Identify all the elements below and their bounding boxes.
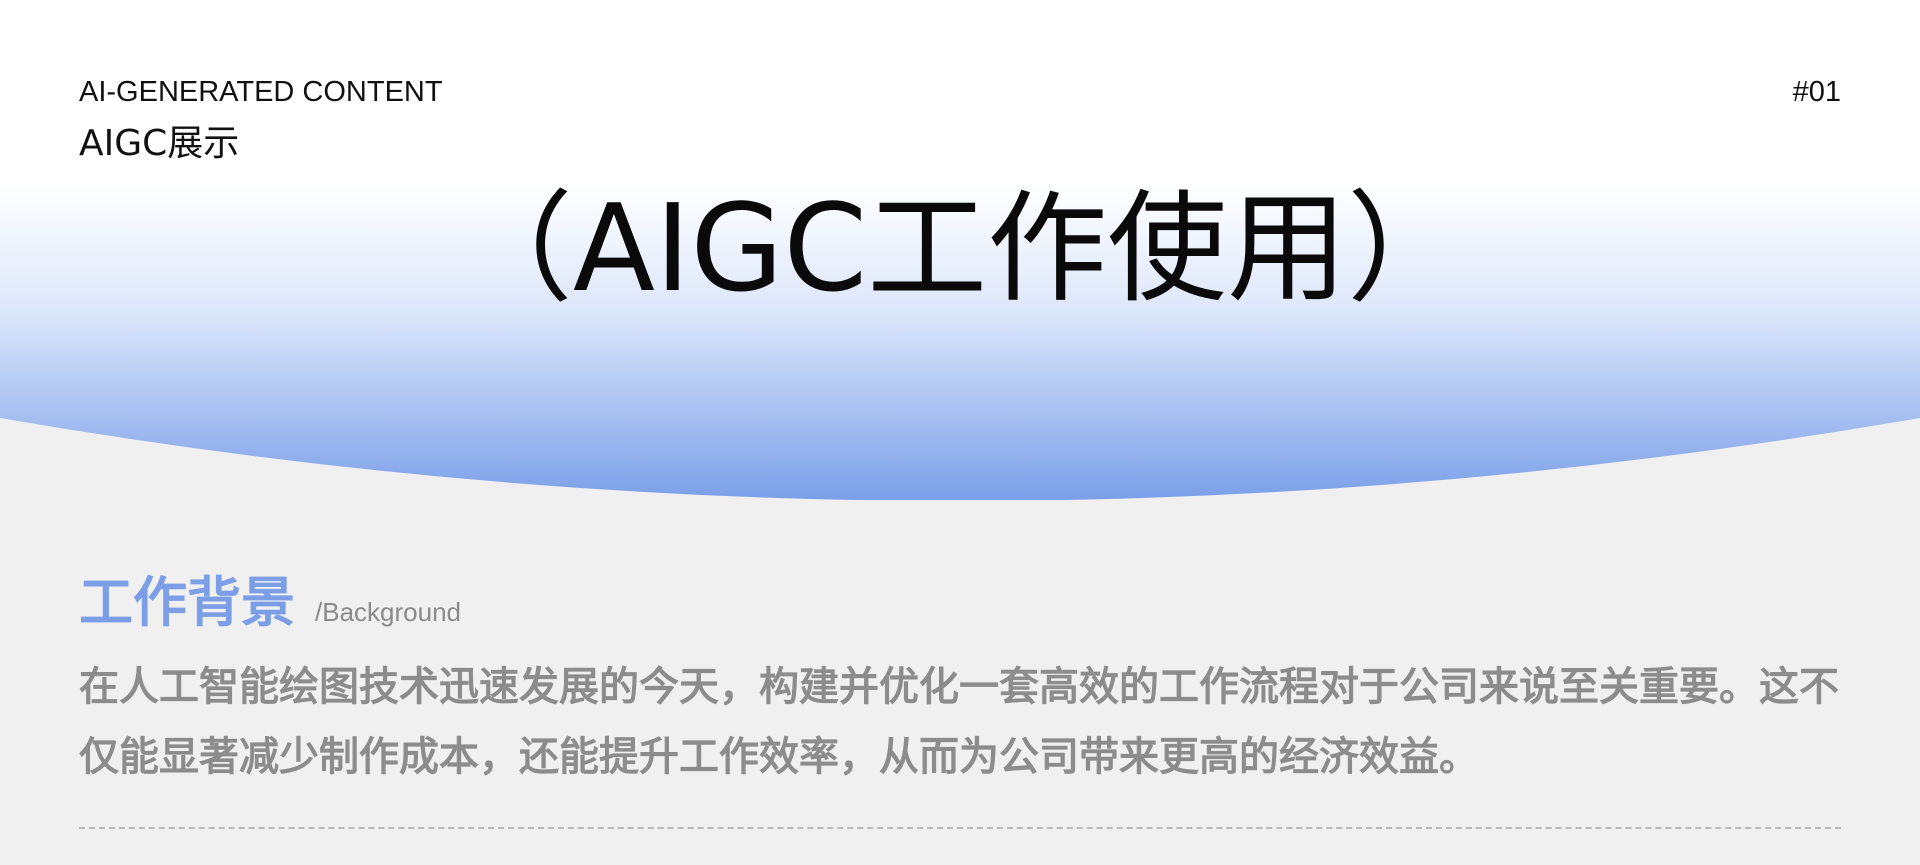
dashed-divider bbox=[79, 827, 1841, 829]
section-title: 工作背景 bbox=[79, 571, 295, 634]
eyebrow-label: AI-GENERATED CONTENT bbox=[79, 76, 443, 108]
section-subtitle: /Background bbox=[315, 597, 461, 627]
page-number: #01 bbox=[1792, 76, 1841, 108]
header-subtitle: AIGC展示 bbox=[79, 123, 240, 164]
page-title: （AIGC工作使用） bbox=[452, 180, 1468, 319]
section-body-text: 在人工智能绘图技术迅速发展的今天，构建并优化一套高效的工作流程对于公司来说至关重… bbox=[79, 664, 1839, 780]
section-heading: 工作背景 /Background bbox=[79, 558, 461, 637]
